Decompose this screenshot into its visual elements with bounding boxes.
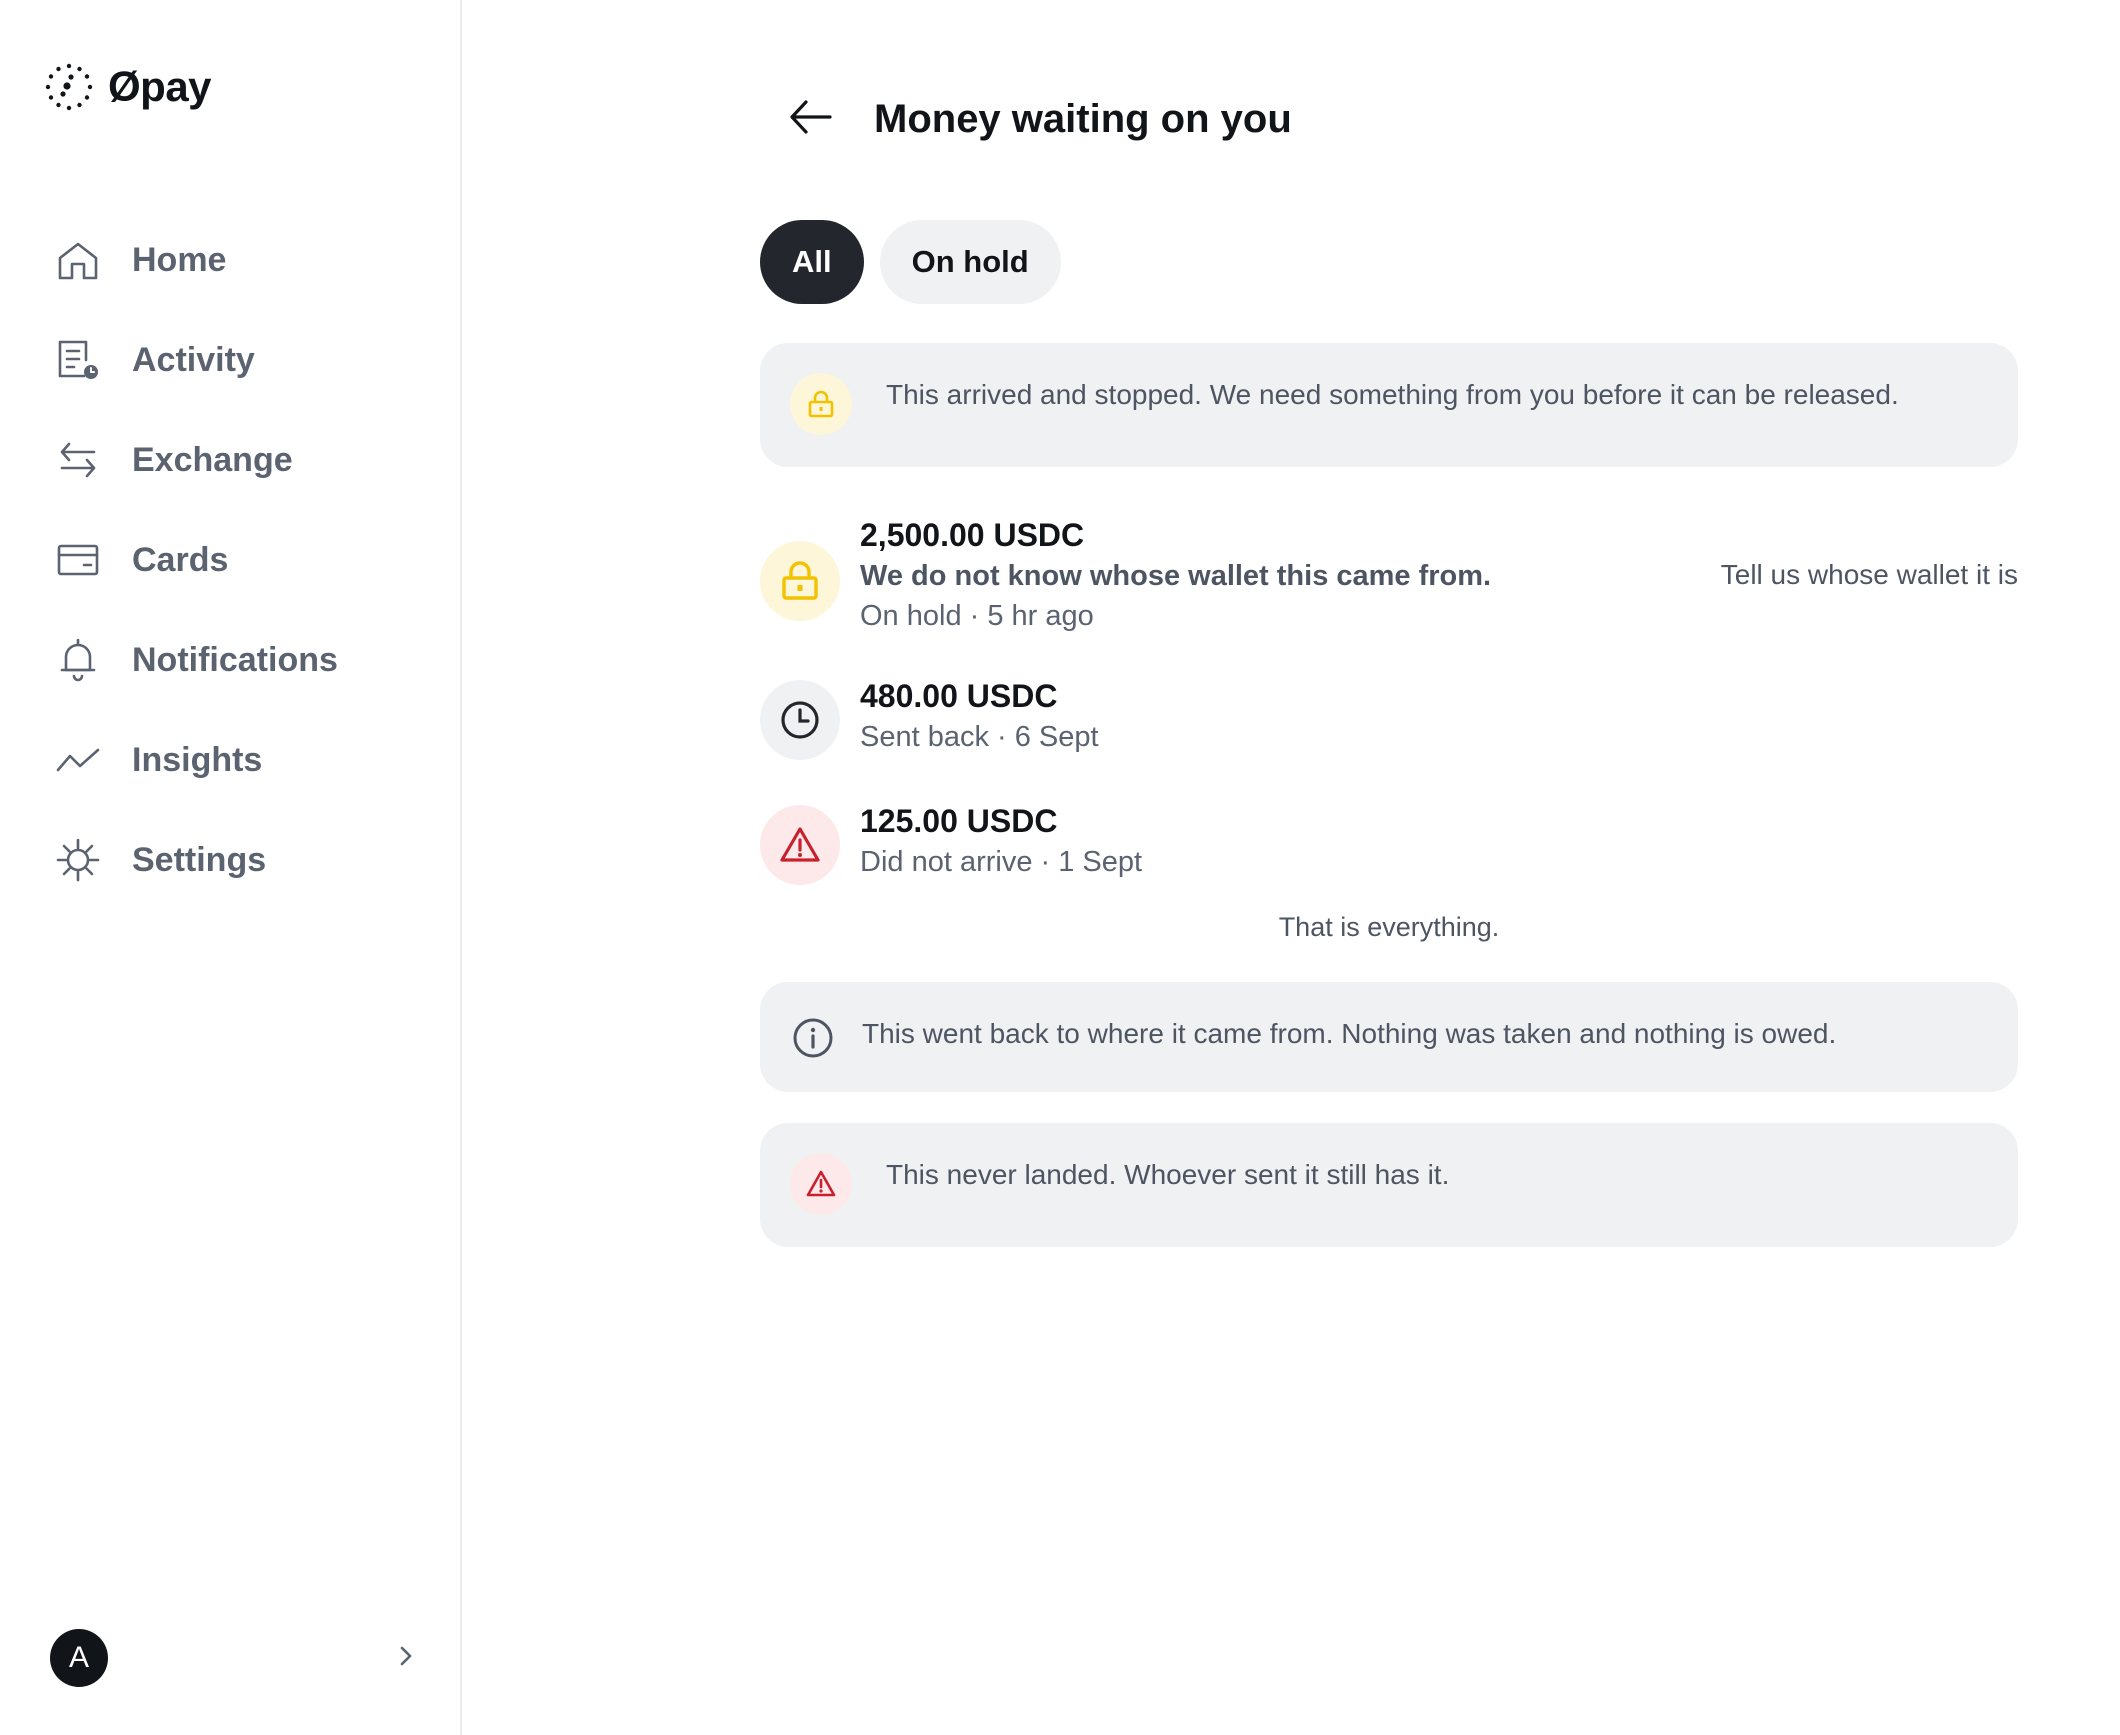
warning-icon [760, 805, 840, 885]
sidebar-item-label: Settings [132, 840, 267, 879]
item-reason: We do not know whose wallet this came fr… [860, 560, 1492, 592]
warning-icon [790, 1153, 852, 1215]
clock-icon [760, 680, 840, 760]
sidebar-item-label: Home [132, 240, 227, 279]
sidebar-item-activity[interactable]: Activity [54, 310, 338, 410]
page-title: Money waiting on you [874, 97, 1292, 141]
identify-wallet-link[interactable]: Tell us whose wallet it is [1721, 559, 2018, 591]
home-icon [58, 242, 98, 280]
chevron-right-icon[interactable] [392, 1642, 420, 1675]
item-meta: On hold · 5 hr ago [860, 600, 1094, 632]
sidebar-item-exchange[interactable]: Exchange [54, 410, 338, 510]
exchange-icon [60, 442, 96, 478]
avatar[interactable]: A [50, 1629, 108, 1687]
item-amount: 2,500.00 USDC [860, 517, 1085, 553]
warning-banner: This never landed. Whoever sent it still… [760, 1123, 2018, 1247]
item-meta: Did not arrive · 1 Sept [860, 846, 1143, 878]
filter-tabs: All On hold [760, 220, 1061, 304]
account-switcher[interactable]: A [50, 1628, 420, 1688]
sidebar-item-settings[interactable]: Settings [54, 810, 338, 910]
item-amount: 125.00 USDC [860, 803, 1058, 839]
list-item[interactable]: 480.00 USDC Sent back · 6 Sept [760, 676, 2018, 766]
sidebar-item-cards[interactable]: Cards [54, 510, 338, 610]
sidebar-item-label: Activity [132, 340, 255, 379]
brand-logo[interactable]: Øpay [44, 62, 212, 112]
page-header: Money waiting on you [784, 90, 1292, 149]
brand-name: Øpay [108, 63, 212, 110]
gear-icon [56, 838, 100, 882]
sidebar-item-notifications[interactable]: Notifications [54, 610, 338, 710]
info-icon [790, 1015, 836, 1061]
sidebar-item-home[interactable]: Home [54, 210, 338, 310]
trend-icon [56, 748, 100, 772]
hold-explainer-banner: This arrived and stopped. We need someth… [760, 343, 2018, 467]
lock-icon [790, 373, 852, 435]
list-item[interactable]: 125.00 USDC Did not arrive · 1 Sept [760, 801, 2018, 891]
banner-text: This arrived and stopped. We need someth… [886, 379, 1899, 410]
list-item[interactable]: 2,500.00 USDC We do not know whose walle… [760, 515, 2018, 640]
sidebar-item-label: Notifications [132, 640, 338, 679]
sidebar-item-label: Insights [132, 740, 263, 779]
brand-dots-icon [45, 63, 93, 111]
card-icon [57, 544, 99, 576]
sidebar-item-label: Exchange [132, 440, 293, 479]
banner-text: This never landed. Whoever sent it still… [886, 1159, 1450, 1190]
sidebar-nav: Home Activity Exchange Cards Notificatio… [54, 210, 338, 910]
banner-text: This went back to where it came from. No… [862, 1018, 1837, 1049]
item-meta: Sent back · 6 Sept [860, 721, 1099, 753]
sidebar-item-insights[interactable]: Insights [54, 710, 338, 810]
tab-all[interactable]: All [760, 220, 864, 304]
info-banner: This went back to where it came from. No… [760, 982, 2018, 1092]
bell-icon [60, 638, 96, 682]
back-arrow-icon[interactable] [784, 90, 838, 149]
lock-icon [760, 541, 840, 621]
tab-on-hold[interactable]: On hold [879, 220, 1061, 304]
sidebar: Øpay Home Activity Exchange Cards Notifi… [0, 0, 462, 1735]
end-of-list-text: That is everything. [1278, 912, 1500, 942]
item-amount: 480.00 USDC [860, 678, 1058, 714]
activity-icon [58, 340, 98, 379]
sidebar-item-label: Cards [132, 540, 229, 579]
